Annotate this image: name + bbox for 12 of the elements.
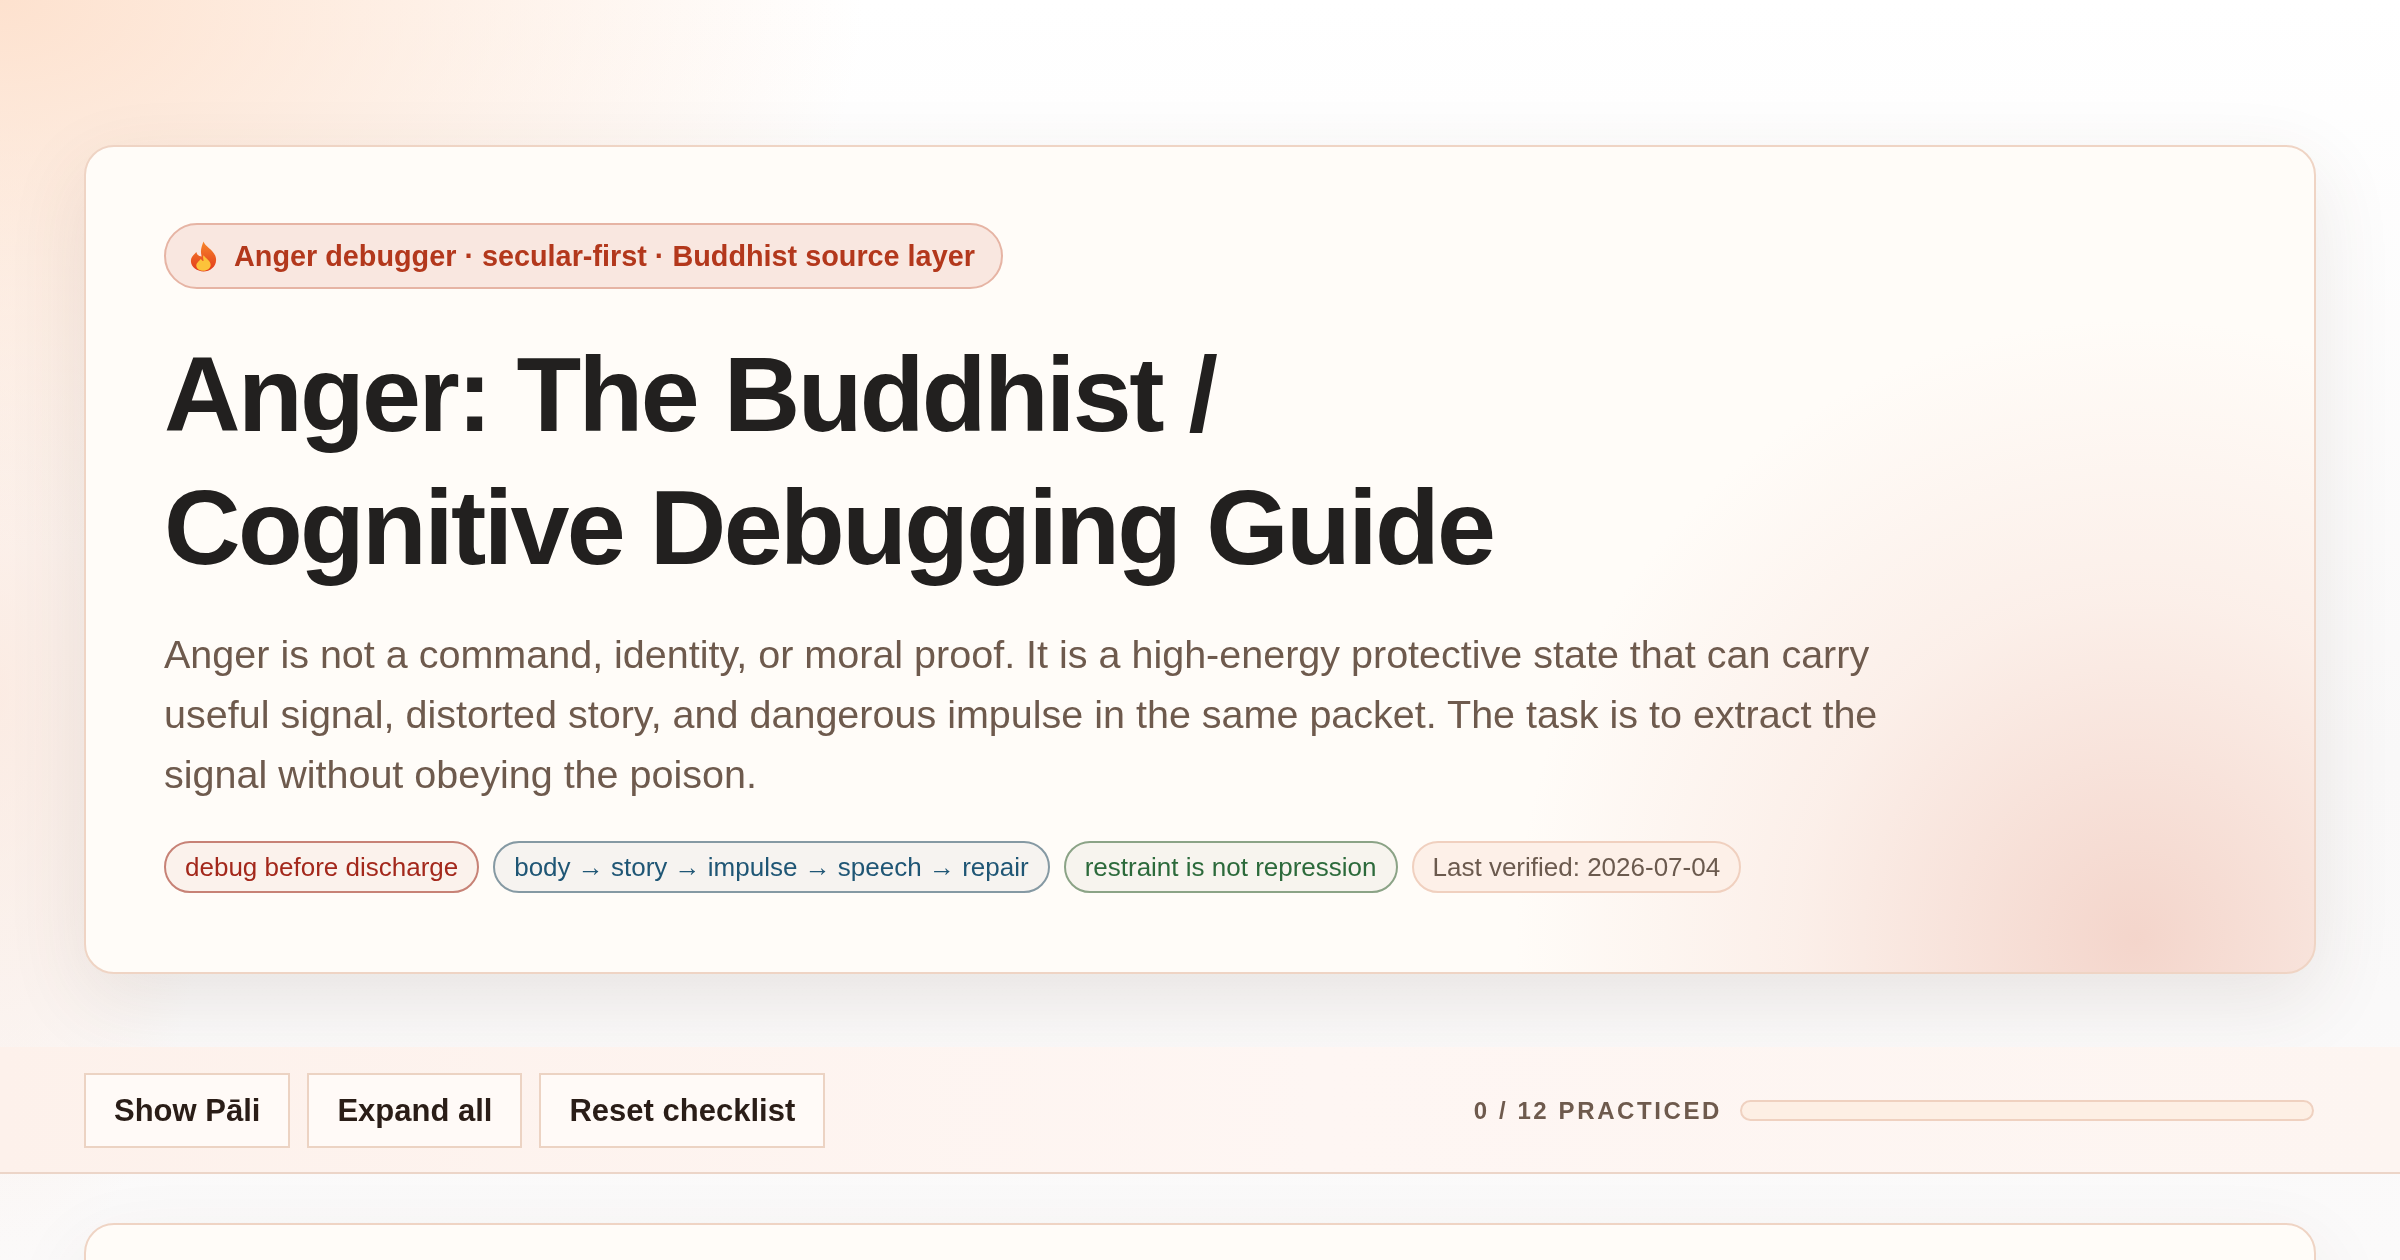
reset-checklist-button[interactable]: Reset checklist (539, 1073, 826, 1148)
tag: debug before discharge (164, 841, 480, 893)
tag: body → story → impulse → speech → repair (493, 841, 1050, 893)
progress-label: 0 / 12 PRACTICED (1473, 1096, 1722, 1125)
verified-date-tag: Last verified: 2026-07-04 (1411, 841, 1742, 893)
flame-icon (190, 240, 217, 272)
pali-toggle-button[interactable]: Show Pāli (84, 1073, 291, 1148)
page-title: Anger: The Buddhist / Cognitive Debugging Guide (164, 334, 1495, 588)
summary-text: Anger is not a command, identity, or moral proof. It is a high-energy protective state that can carry useful signal, distorted story, and dangerous impulse in the same packet. The task is to extract the signal without obeying the poison. (164, 631, 1879, 798)
expand-all-button[interactable]: Expand all (307, 1073, 523, 1148)
eyebrow-label: Anger debugger · secular-first · Buddhist source layer (234, 239, 975, 273)
tag: restraint is not repression (1063, 841, 1398, 893)
